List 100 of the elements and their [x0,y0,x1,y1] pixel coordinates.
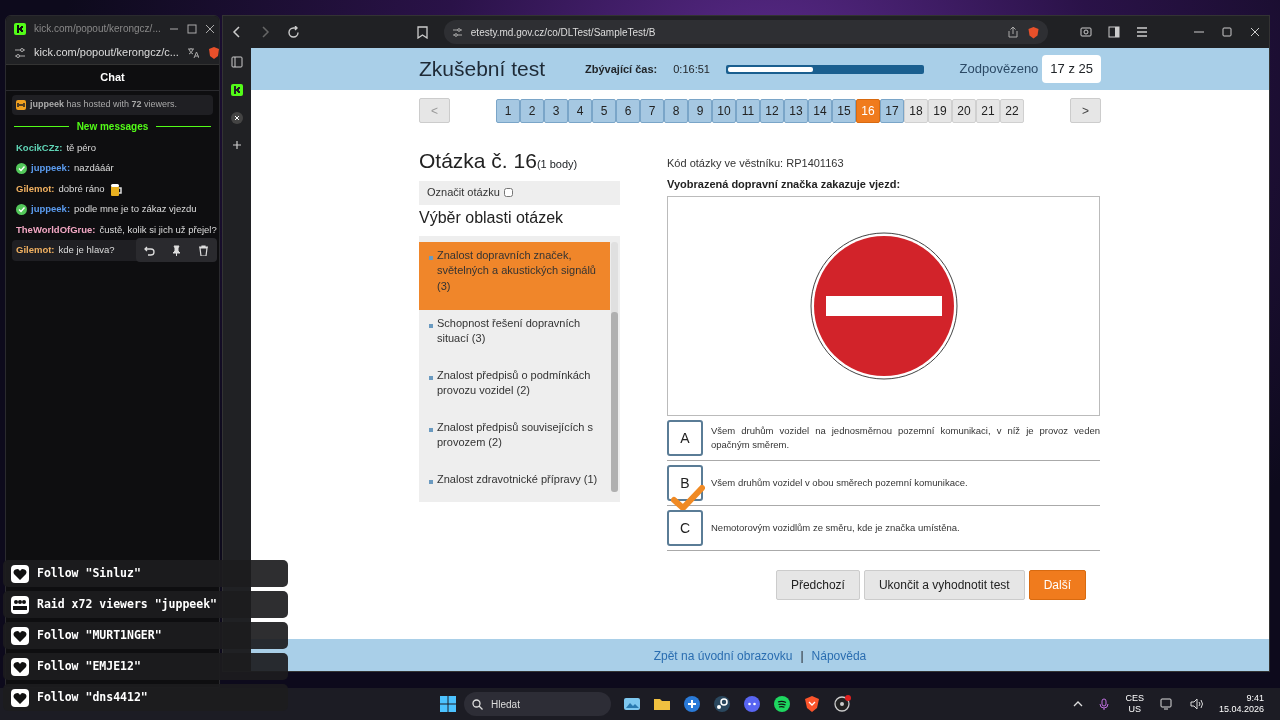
site-settings-icon[interactable] [451,26,463,38]
bullet-icon [429,375,433,380]
pin-icon[interactable] [171,244,182,256]
question-number-button[interactable]: 11 [736,98,760,123]
chat-message-text: dobré ráno [58,181,105,196]
shield-icon[interactable] [1026,25,1040,39]
maximize-icon[interactable] [1221,26,1233,38]
address-bar[interactable]: etesty.md.gov.cz/co/DLTest/SampleTest/B [443,20,1048,44]
question-number-button[interactable]: 21 [976,98,1000,123]
area-item[interactable]: Schopnost řešení dopravních situací (3) [419,309,610,362]
answer-text: Nemotorovým vozidlům ze směru, kde je značka umístěna. [711,520,960,535]
question-number-button[interactable]: 13 [784,98,808,123]
chat-username[interactable]: Gilemot: [16,181,55,196]
question-number-button[interactable]: 6 [616,98,640,123]
question-number-button[interactable]: 14 [808,98,832,123]
recorder-icon[interactable] [833,695,851,713]
flag-checkbox[interactable] [503,188,513,197]
alert-text: Raid x72 viewers "juppeek" [37,595,217,613]
chat-username[interactable]: TheWorldOfGrue: [16,222,96,237]
clock[interactable]: 9:41 15.04.2026 [1218,693,1264,715]
alert-text: Follow "MURT1NGER" [37,626,162,644]
chat-message-text: kde je hlava? [58,243,115,258]
discord-icon[interactable] [743,695,761,713]
question-number-button[interactable]: 1 [496,98,520,123]
areas-heading: Výběr oblasti otázek [419,207,565,228]
area-item[interactable]: Znalost dopravních značek, světelných a akustických signálů (3) [419,241,610,310]
question-number-button[interactable]: 7 [640,98,664,123]
add-icon[interactable] [232,140,242,150]
trash-icon[interactable] [198,244,209,256]
screenshot-icon[interactable] [1079,26,1092,38]
start-icon[interactable] [440,696,456,712]
picture-viewer-icon[interactable] [623,695,641,713]
maximize-icon[interactable] [186,23,197,34]
host-icon [16,99,26,110]
question-number-button[interactable]: 9 [688,98,712,123]
translate-icon[interactable] [186,46,199,59]
question-number-button[interactable]: 2 [520,98,544,123]
area-item[interactable]: Znalost zdravotnické přípravy (1) [419,465,610,518]
question-number-button[interactable]: 22 [1000,98,1024,123]
question-text: Vyobrazená dopravní značka zakazuje vjezd: [667,176,902,192]
chat-username[interactable]: juppeek: [31,202,71,217]
search-field[interactable]: Hledat [464,692,611,716]
timer-value: 0:16:51 [673,61,710,77]
steam-icon[interactable] [713,695,731,713]
chevron-up-icon[interactable] [1073,699,1084,709]
sidebar-icon[interactable] [1107,26,1120,38]
question-number-button[interactable]: 10 [712,98,736,123]
question-number-button[interactable]: 19 [928,98,952,123]
question-number-button[interactable]: 20 [952,98,976,123]
reload-icon[interactable] [287,25,300,39]
volume-icon[interactable] [1189,698,1203,710]
close-icon[interactable] [1249,26,1261,38]
scrollbar[interactable] [611,241,618,492]
bookmark-icon[interactable] [416,25,428,39]
answer-letter-button[interactable]: C [667,510,703,546]
area-item[interactable]: Znalost předpisů souvisejících s provozem (2) [419,413,610,466]
host-notice: juppeek has hosted with 72 viewers. [30,98,178,111]
sidebar-icon[interactable] [231,56,243,68]
answer-letter-button[interactable]: B [667,465,703,501]
question-number-button[interactable]: 8 [664,98,688,123]
close-icon[interactable] [231,112,243,124]
site-settings-icon[interactable] [14,46,26,59]
question-number-button[interactable]: 5 [592,98,616,123]
shield-icon[interactable] [206,45,219,60]
question-number-button[interactable]: 3 [544,98,568,123]
microphone-icon[interactable] [1099,697,1110,711]
area-item[interactable]: Znalost předpisů o podmínkách provozu vozidel (2) [419,361,610,414]
action-button[interactable]: Ukončit a vyhodnotit test [863,570,1025,600]
spotify-icon[interactable] [773,695,791,713]
back-icon[interactable] [231,26,243,38]
chat-username[interactable]: juppeek: [31,161,71,176]
next-page-button[interactable]: > [1070,98,1101,123]
question-number-button[interactable]: 17 [880,98,904,123]
share-icon[interactable] [1006,26,1019,38]
answer-letter-button[interactable]: A [667,420,703,456]
scrollbar-thumb[interactable] [611,311,618,492]
question-number-button[interactable]: 12 [760,98,784,123]
question-number-button[interactable]: 15 [832,98,856,123]
keyboard-language[interactable]: CES US [1125,693,1144,715]
chat-heading: Chat [100,70,125,86]
alert-text: Follow "EMJE12" [37,657,141,675]
app-icon[interactable] [683,695,701,713]
forward-icon[interactable] [259,26,271,38]
undo-icon[interactable] [144,244,155,256]
kick-logo-icon[interactable] [231,84,243,96]
chat-username[interactable]: Gilemot: [16,243,55,258]
brave-browser-icon[interactable] [803,695,821,713]
bullet-icon [429,323,433,328]
bullet-icon [429,479,433,484]
question-code: Kód otázky ve věstníku: RP1401163 [667,156,845,171]
chat-username[interactable]: KocikCZz: [16,140,63,155]
question-points: (1 body) [536,158,578,172]
menu-icon[interactable] [1135,26,1148,38]
window-title: kick.com/popout/kerongcz/... [34,22,161,36]
question-number-button[interactable]: 18 [904,98,928,123]
answered-label: Zodpovězeno [959,60,1039,79]
action-button[interactable]: Předchozí [775,570,860,600]
question-number-button[interactable]: 4 [568,98,592,123]
chat-message-text: tě péro [66,140,97,155]
close-icon[interactable] [204,23,215,34]
